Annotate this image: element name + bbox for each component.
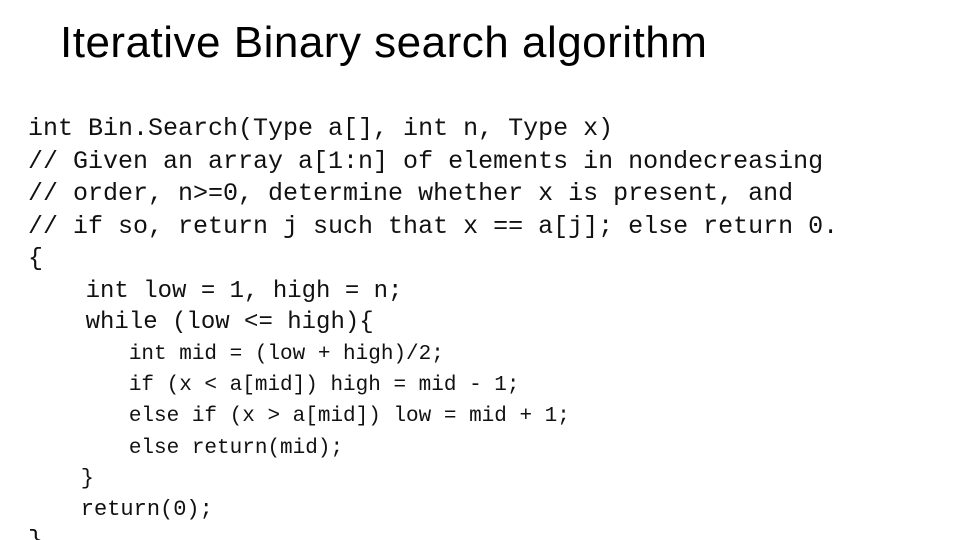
code-line-open-brace: { bbox=[28, 244, 43, 273]
code-block: int Bin.Search(Type a[], int n, Type x) … bbox=[28, 82, 932, 540]
code-line-comment-3: // if so, return j such that x == a[j]; … bbox=[28, 212, 838, 241]
code-line-close-brace: } bbox=[28, 526, 43, 540]
code-line-elseif: else if (x > a[mid]) low = mid + 1; bbox=[28, 405, 570, 428]
code-line-close-while: } bbox=[28, 466, 94, 491]
code-line-while: while (low <= high){ bbox=[28, 309, 374, 336]
code-line-comment-2: // order, n>=0, determine whether x is p… bbox=[28, 179, 793, 208]
code-line-else-return: else return(mid); bbox=[28, 437, 343, 460]
code-line-decl: int low = 1, high = n; bbox=[28, 278, 402, 305]
code-line-if: if (x < a[mid]) high = mid - 1; bbox=[28, 374, 519, 397]
code-line-comment-1: // Given an array a[1:n] of elements in … bbox=[28, 147, 823, 176]
code-line-return: return(0); bbox=[28, 497, 213, 522]
code-line-mid: int mid = (low + high)/2; bbox=[28, 343, 444, 366]
slide: Iterative Binary search algorithm int Bi… bbox=[0, 0, 960, 540]
code-line-signature: int Bin.Search(Type a[], int n, Type x) bbox=[28, 114, 613, 143]
slide-title: Iterative Binary search algorithm bbox=[60, 18, 932, 68]
